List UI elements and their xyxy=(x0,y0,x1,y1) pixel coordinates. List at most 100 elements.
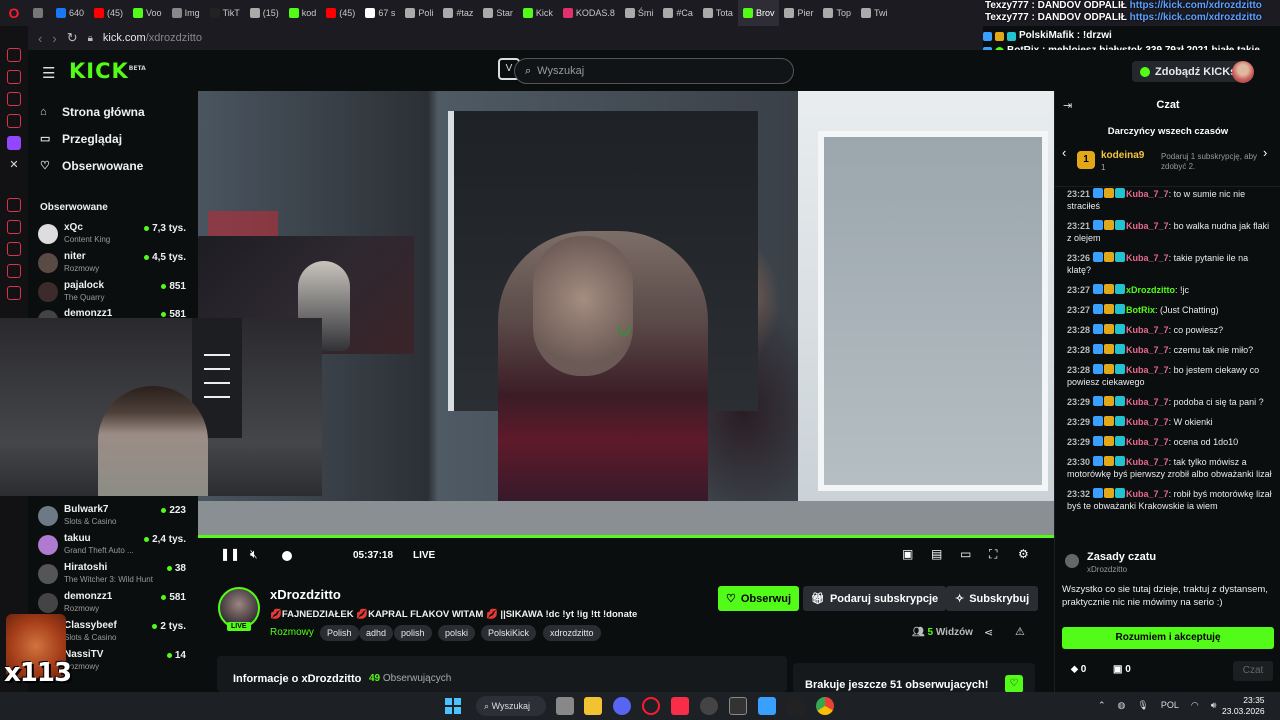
subscribe-button[interactable]: ✧ Subskrybuj xyxy=(946,586,1039,611)
browser-tab[interactable]: (45) xyxy=(321,0,360,26)
back-icon[interactable]: ‹ xyxy=(38,31,42,46)
taskbar-search[interactable]: ⌕ Wyszukaj xyxy=(476,696,546,716)
chevron-right-icon[interactable]: › xyxy=(1263,145,1267,160)
browser-tab[interactable]: Voo xyxy=(128,0,167,26)
share-icon[interactable]: ⋖ xyxy=(984,626,993,639)
music-app-icon[interactable] xyxy=(671,697,689,715)
opera-logo-icon[interactable]: O xyxy=(0,0,28,26)
taskbar-clock[interactable]: 23:35 23.03.2026 xyxy=(1222,695,1265,717)
app-icon[interactable] xyxy=(700,697,718,715)
file-explorer-icon[interactable] xyxy=(584,697,602,715)
browser-tab[interactable]: Poli xyxy=(400,0,438,26)
followed-channel-item[interactable]: Hiratoshi The Witcher 3: Wild Hunt 38 xyxy=(38,561,188,589)
message-user[interactable]: Kuba_7_7 xyxy=(1126,345,1169,355)
gifter-name[interactable]: kodeina9 xyxy=(1101,150,1144,161)
followed-channel-item[interactable]: pajalock The Quarry 851 xyxy=(38,279,188,307)
browser-tab[interactable]: (45) xyxy=(89,0,128,26)
message-user[interactable]: xDrozdzitto xyxy=(1126,285,1175,295)
settings-gear-icon[interactable]: ⚙ xyxy=(1018,547,1029,561)
stream-tag[interactable]: xdrozdzitto xyxy=(543,625,601,641)
browser-tab[interactable]: KODAS.8 xyxy=(558,0,620,26)
stream-tag[interactable]: polish xyxy=(394,625,432,641)
message-user[interactable]: Kuba_7_7 xyxy=(1126,397,1169,407)
nav-browse[interactable]: ▭ Przeglądaj xyxy=(40,132,122,146)
clip-icon[interactable]: ▣ xyxy=(902,547,913,561)
browser-tab[interactable]: TikT xyxy=(205,0,245,26)
browser-tab[interactable]: #taz xyxy=(438,0,478,26)
reload-icon[interactable]: ↻ xyxy=(67,30,78,46)
message-user[interactable]: BotRix xyxy=(1126,305,1155,315)
streamer-name[interactable]: xDrozdzitto xyxy=(270,587,341,602)
nav-following[interactable]: ♡ Obserwowane xyxy=(40,159,143,173)
forward-icon[interactable]: › xyxy=(52,31,56,46)
sidebar-app-icon[interactable] xyxy=(7,220,21,234)
network-icon[interactable]: ◍ xyxy=(1118,700,1126,711)
browser-tab[interactable]: 67 s xyxy=(360,0,400,26)
message-user[interactable]: Kuba_7_7 xyxy=(1126,221,1169,231)
mute-icon[interactable]: 🔇︎ xyxy=(250,547,258,561)
stream-tag[interactable]: polski xyxy=(438,625,476,641)
sidebar-app-icon[interactable] xyxy=(7,286,21,300)
sidebar-app-icon[interactable] xyxy=(7,92,21,106)
search-input[interactable]: ⌕ Wyszukaj xyxy=(514,58,794,84)
browser-tab[interactable]: Twi xyxy=(856,0,893,26)
browser-tab[interactable]: Tota xyxy=(698,0,738,26)
gifter-offer[interactable]: Podaruj 1 subskrypcję, aby zdobyć 2. xyxy=(1151,152,1271,172)
url-field[interactable]: kick.com/xdrozdzitto xyxy=(103,32,202,44)
browser-tab[interactable]: (15) xyxy=(245,0,284,26)
sidebar-app-icon[interactable] xyxy=(7,242,21,256)
message-user[interactable]: Kuba_7_7 xyxy=(1126,189,1169,199)
sidebar-app-icon[interactable] xyxy=(7,198,21,212)
message-user[interactable]: Kuba_7_7 xyxy=(1126,437,1169,447)
browser-tab[interactable]: Brov xyxy=(737,0,780,26)
volume-icon[interactable]: 🔊︎ xyxy=(1211,700,1217,711)
stream-tag[interactable]: adhd xyxy=(359,625,394,641)
kicks-balance[interactable]: ⬥ 0 xyxy=(1071,664,1086,675)
menu-icon[interactable]: ☰ xyxy=(42,64,55,82)
browser-tab[interactable]: 640 xyxy=(51,0,89,26)
kick-logo[interactable]: KICKBETA xyxy=(69,59,146,83)
message-user[interactable]: Kuba_7_7 xyxy=(1126,365,1169,375)
message-user[interactable]: Kuba_7_7 xyxy=(1126,253,1169,263)
theater-mode-icon[interactable]: ▭ xyxy=(960,547,971,561)
browser-tab[interactable]: Img xyxy=(167,0,205,26)
x-twitter-icon[interactable]: ✕ xyxy=(7,158,21,172)
accept-rules-button[interactable]: Rozumiem i akceptuję xyxy=(1062,627,1274,649)
browser-tab[interactable]: Top xyxy=(818,0,856,26)
followed-channel-item[interactable]: takuu Grand Theft Auto ... 2,4 tys. xyxy=(38,532,188,560)
message-user[interactable]: Kuba_7_7 xyxy=(1126,457,1169,467)
gift-balance[interactable]: ▣ 0 xyxy=(1113,664,1131,675)
live-label[interactable]: LIVE xyxy=(413,550,435,561)
mini-player-icon[interactable]: ▤ xyxy=(931,547,942,561)
opera-taskbar-icon[interactable] xyxy=(642,697,660,715)
nav-home[interactable]: ⌂ Strona główna xyxy=(40,105,145,119)
wifi-icon[interactable]: ◠ xyxy=(1191,700,1199,711)
browser-tab[interactable]: Kick xyxy=(518,0,558,26)
message-user[interactable]: Kuba_7_7 xyxy=(1126,489,1169,499)
task-view-icon[interactable] xyxy=(556,697,574,715)
gift-subs-button[interactable]: 🎁︎ Podaruj subskrypcje xyxy=(803,586,947,611)
discord-icon[interactable] xyxy=(613,697,631,715)
notepad-icon[interactable] xyxy=(758,697,776,715)
user-avatar[interactable] xyxy=(1232,61,1254,83)
stream-category[interactable]: Rozmowy xyxy=(270,627,314,638)
follow-button[interactable]: ♡ Obserwuj xyxy=(718,586,799,611)
browser-tab[interactable]: #Ca xyxy=(658,0,698,26)
browser-tab[interactable]: Star xyxy=(478,0,518,26)
chrome-icon[interactable] xyxy=(816,697,834,715)
terminal-icon[interactable] xyxy=(729,697,747,715)
sidebar-app-icon[interactable] xyxy=(7,70,21,84)
report-warning-icon[interactable]: ⚠ xyxy=(1015,625,1025,638)
browser-tab[interactable] xyxy=(28,0,51,26)
sidebar-app-icon[interactable] xyxy=(7,114,21,128)
sidebar-app-icon[interactable] xyxy=(7,48,21,62)
followed-channel-item[interactable]: xQc Content King 7,3 tys. xyxy=(38,221,188,249)
sidebar-app-icon[interactable] xyxy=(7,264,21,278)
chevron-up-icon[interactable]: ⌃ xyxy=(1098,700,1106,711)
message-user[interactable]: Kuba_7_7 xyxy=(1126,325,1169,335)
message-user[interactable]: Kuba_7_7 xyxy=(1126,417,1169,427)
pause-icon[interactable]: ❚❚ xyxy=(220,547,240,561)
followed-channel-item[interactable]: Bulwark7 Slots & Casino 223 xyxy=(38,503,188,531)
chat-send-button[interactable]: Czat xyxy=(1233,661,1273,681)
get-kicks-button[interactable]: Zdobądź KICKs xyxy=(1132,61,1245,82)
